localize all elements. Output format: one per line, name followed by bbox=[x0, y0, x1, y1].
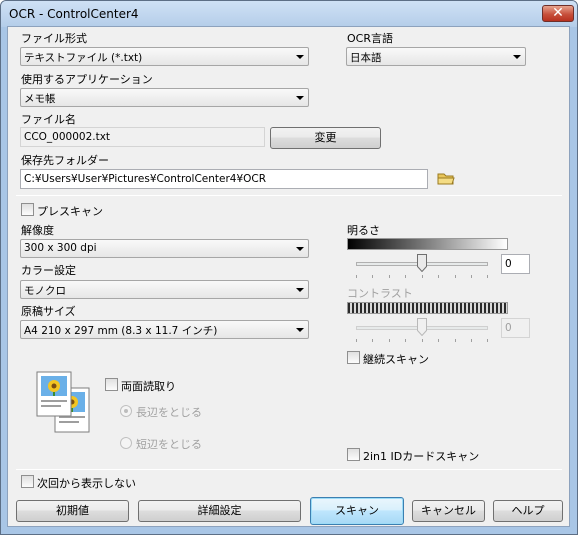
contrast-value-field: 0 bbox=[501, 318, 530, 338]
prescan-label: プレスキャン bbox=[37, 205, 103, 218]
short-edge-radio[interactable] bbox=[120, 437, 132, 449]
resolution-value: 300 x 300 dpi bbox=[24, 242, 97, 254]
chevron-down-icon bbox=[513, 55, 521, 59]
prescan-checkbox[interactable] bbox=[21, 203, 34, 216]
contrast-label: コントラスト bbox=[347, 287, 413, 300]
file-name-field: CCO_000002.txt bbox=[20, 127, 265, 147]
brightness-label: 明るさ bbox=[347, 224, 380, 237]
document-size-label: 原稿サイズ bbox=[21, 305, 76, 318]
folder-icon[interactable] bbox=[436, 170, 456, 186]
continuous-scan-label: 継続スキャン bbox=[363, 353, 429, 366]
long-edge-label: 長辺をとじる bbox=[136, 406, 202, 419]
color-setting-value: モノクロ bbox=[24, 285, 66, 297]
brightness-value-field[interactable]: 0 bbox=[501, 254, 530, 274]
chevron-down-icon bbox=[296, 247, 304, 251]
brightness-gradient-bar bbox=[347, 238, 508, 250]
file-format-label: ファイル形式 bbox=[21, 32, 87, 45]
chevron-down-icon bbox=[296, 328, 304, 332]
chevron-down-icon bbox=[296, 96, 304, 100]
color-setting-select[interactable]: モノクロ bbox=[20, 280, 309, 299]
ocr-language-select[interactable]: 日本語 bbox=[346, 47, 526, 66]
dont-show-again-label: 次回から表示しない bbox=[37, 477, 136, 490]
chevron-down-icon bbox=[296, 288, 304, 292]
window-title: OCR - ControlCenter4 bbox=[9, 7, 139, 21]
close-button[interactable]: ✕ bbox=[542, 5, 574, 22]
save-folder-field[interactable]: C:¥Users¥User¥Pictures¥ControlCenter4¥OC… bbox=[20, 169, 428, 189]
short-edge-label: 短辺をとじる bbox=[136, 438, 202, 451]
application-value: メモ帳 bbox=[24, 93, 56, 105]
defaults-button[interactable]: 初期値 bbox=[16, 500, 129, 522]
dont-show-again-checkbox[interactable] bbox=[21, 475, 34, 488]
application-select[interactable]: メモ帳 bbox=[20, 88, 309, 107]
color-setting-label: カラー設定 bbox=[21, 264, 76, 277]
change-file-name-button[interactable]: 変更 bbox=[270, 127, 381, 149]
brightness-slider-thumb[interactable] bbox=[417, 254, 427, 273]
help-button[interactable]: ヘルプ bbox=[493, 500, 563, 522]
file-format-value: テキストファイル (*.txt) bbox=[24, 52, 143, 64]
document-size-value: A4 210 x 297 mm (8.3 x 11.7 インチ) bbox=[24, 325, 218, 337]
scan-button[interactable]: スキャン bbox=[310, 497, 404, 525]
ocr-language-value: 日本語 bbox=[350, 52, 382, 64]
duplex-checkbox[interactable] bbox=[105, 378, 118, 391]
title-bar[interactable]: OCR - ControlCenter4 ✕ bbox=[1, 1, 577, 27]
cancel-button[interactable]: キャンセル bbox=[412, 500, 485, 522]
advanced-settings-button[interactable]: 詳細設定 bbox=[138, 500, 301, 522]
separator bbox=[16, 195, 562, 196]
continuous-scan-checkbox[interactable] bbox=[347, 351, 360, 364]
ocr-language-label: OCR言語 bbox=[347, 32, 393, 45]
save-folder-label: 保存先フォルダー bbox=[21, 154, 109, 167]
contrast-slider-ticks bbox=[356, 339, 488, 343]
contrast-slider-thumb bbox=[417, 318, 427, 337]
chevron-down-icon bbox=[296, 55, 304, 59]
resolution-label: 解像度 bbox=[21, 224, 54, 237]
application-label: 使用するアプリケーション bbox=[21, 73, 153, 86]
file-name-label: ファイル名 bbox=[21, 113, 76, 126]
id-card-scan-label: 2in1 IDカードスキャン bbox=[363, 450, 480, 463]
separator bbox=[16, 469, 562, 470]
resolution-select[interactable]: 300 x 300 dpi bbox=[20, 239, 309, 258]
duplex-label: 両面読取り bbox=[121, 380, 176, 393]
file-format-select[interactable]: テキストファイル (*.txt) bbox=[20, 47, 309, 66]
document-size-select[interactable]: A4 210 x 297 mm (8.3 x 11.7 インチ) bbox=[20, 320, 309, 339]
long-edge-radio[interactable] bbox=[120, 405, 132, 417]
brightness-slider-ticks bbox=[356, 275, 488, 279]
contrast-pattern-bar bbox=[347, 302, 508, 314]
id-card-scan-checkbox[interactable] bbox=[347, 448, 360, 461]
duplex-document-icon bbox=[35, 370, 93, 434]
